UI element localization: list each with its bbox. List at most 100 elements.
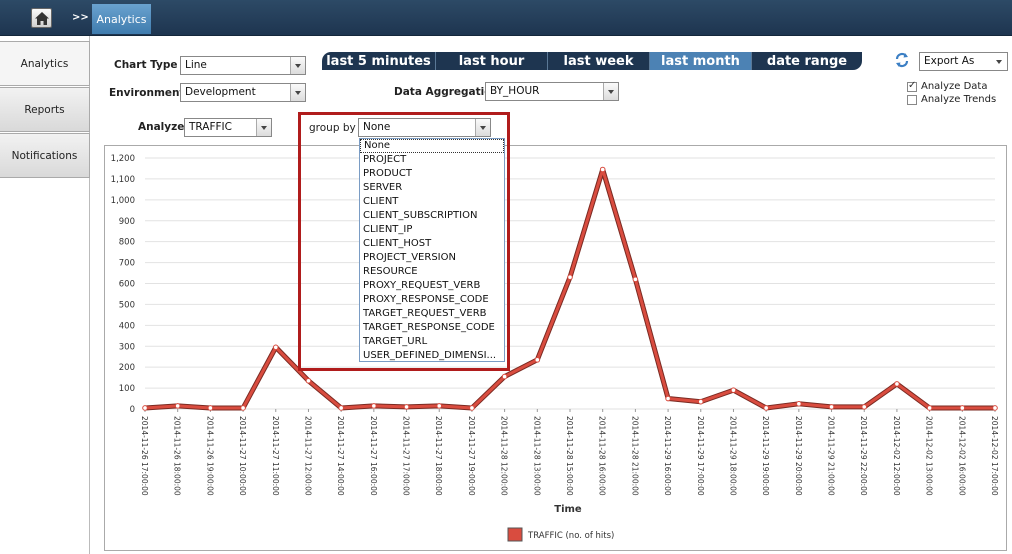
data-point[interactable] [240, 405, 246, 411]
group-by-option[interactable]: CLIENT [360, 195, 504, 209]
group-by-option[interactable]: PROXY_RESPONSE_CODE [360, 293, 504, 307]
x-tick-label: 2014-11-27 17:00:00 [402, 416, 411, 496]
x-tick-label: 2014-11-29 22:00:00 [859, 416, 868, 496]
chevron-down-icon [603, 83, 618, 100]
data-point[interactable] [665, 395, 671, 402]
chevron-down-icon [256, 119, 271, 136]
group-by-option[interactable]: CLIENT_HOST [360, 237, 504, 251]
left-nav: Analytics Reports Notifications [0, 36, 90, 554]
aggregation-select[interactable]: BY_HOUR [485, 82, 619, 101]
export-value: Export As [924, 55, 975, 67]
x-tick-label: 2014-11-29 20:00:00 [794, 416, 803, 496]
group-by-option[interactable]: PRODUCT [360, 167, 504, 181]
data-point[interactable] [632, 276, 639, 283]
data-point[interactable] [861, 404, 868, 410]
traffic-chart: 0 100 200 300 400 500 600 700 800 900 1,000 1,100 1,… [104, 145, 1007, 551]
data-point[interactable] [142, 405, 148, 411]
data-point[interactable] [697, 398, 704, 405]
group-by-dropdown-list: None PROJECT PRODUCT SERVER CLIENT CLIENT_SUB… [359, 138, 505, 362]
x-tick-label: 2014-11-29 19:00:00 [761, 416, 770, 496]
x-tick-label: 2014-11-29 18:00:00 [728, 416, 737, 496]
data-point[interactable] [174, 403, 181, 409]
x-tick-label: 2014-11-26 19:00:00 [205, 416, 214, 496]
environment-select[interactable]: Development [180, 83, 306, 102]
analyze-value: TRAFFIC [189, 121, 232, 133]
group-by-option[interactable]: RESOURCE [360, 265, 504, 279]
y-tick-label: 900 [119, 217, 135, 227]
home-icon [35, 12, 49, 25]
y-tick-label: 1,000 [111, 196, 135, 206]
data-point[interactable] [828, 404, 835, 410]
group-by-option[interactable]: CLIENT_SUBSCRIPTION [360, 209, 504, 223]
group-by-option[interactable]: SERVER [360, 181, 504, 195]
data-point[interactable] [272, 344, 279, 351]
group-by-option[interactable]: CLIENT_IP [360, 223, 504, 237]
data-point[interactable] [599, 166, 606, 173]
group-by-option[interactable]: USER_DEFINED_DIMENSI... [360, 349, 504, 361]
data-point[interactable] [534, 357, 541, 363]
y-tick-label: 200 [119, 363, 135, 373]
analyze-data-checkbox[interactable] [907, 80, 917, 92]
x-tick-label: 2014-11-28 12:00:00 [500, 416, 509, 496]
group-by-option[interactable]: PROJECT_VERSION [360, 251, 504, 265]
home-button[interactable] [31, 8, 52, 28]
group-by-option[interactable]: PROJECT [360, 153, 504, 167]
export-select[interactable]: Export As [919, 52, 1008, 71]
group-by-option[interactable]: TARGET_URL [360, 335, 504, 349]
data-point[interactable] [730, 387, 737, 393]
group-by-option[interactable]: TARGET_RESPONSE_CODE [360, 321, 504, 335]
data-point[interactable] [567, 274, 573, 281]
group-by-option[interactable]: PROXY_REQUEST_VERB [360, 279, 504, 293]
y-tick-label: 600 [119, 280, 135, 290]
top-bar: >> Analytics [0, 0, 1012, 36]
x-tick-label: 2014-11-27 14:00:00 [336, 416, 345, 496]
breadcrumb-analytics[interactable]: Analytics [92, 4, 151, 34]
environment-value: Development [185, 86, 256, 98]
x-tick-label: 2014-11-27 19:00:00 [467, 416, 476, 496]
x-tick-label: 2014-12-02 13:00:00 [925, 416, 934, 496]
chart-type-select[interactable]: Line [180, 56, 306, 75]
data-point[interactable] [894, 381, 900, 387]
tab-last-month[interactable]: last month [650, 52, 752, 70]
data-point[interactable] [959, 405, 966, 411]
group-by-option[interactable]: TARGET_REQUEST_VERB [360, 307, 504, 321]
series-line-outline [144, 167, 995, 411]
group-by-option[interactable]: None [360, 139, 504, 153]
chart-type-value: Line [185, 59, 207, 71]
analyze-trends-checkbox[interactable] [907, 95, 917, 105]
nav-item-analytics[interactable]: Analytics [0, 41, 90, 86]
chart-canvas: 0 100 200 300 400 500 600 700 800 900 1,000 1,100 1,… [111, 154, 999, 542]
y-tick-label: 1,100 [111, 175, 135, 185]
x-tick-label: 2014-11-26 18:00:00 [173, 416, 182, 496]
chevron-down-icon [290, 84, 305, 101]
x-tick-label: 2014-12-02 12:00:00 [892, 416, 901, 496]
chart-type-label: Chart Type : [114, 59, 186, 71]
y-tick-label: 700 [119, 259, 135, 269]
nav-item-reports[interactable]: Reports [0, 87, 90, 132]
data-point[interactable] [338, 405, 344, 411]
data-point[interactable] [403, 404, 410, 410]
data-point[interactable] [305, 377, 312, 384]
data-point[interactable] [501, 373, 508, 380]
tab-last-hour[interactable]: last hour [436, 52, 548, 70]
refresh-icon[interactable] [894, 52, 910, 68]
x-tick-label: 2014-12-02 17:00:00 [990, 416, 999, 496]
data-point[interactable] [926, 405, 933, 411]
data-point[interactable] [436, 403, 443, 409]
tab-last-5-minutes[interactable]: last 5 minutes [322, 52, 436, 70]
data-point[interactable] [992, 405, 998, 411]
data-point[interactable] [763, 405, 769, 411]
y-tick-label: 400 [119, 321, 135, 331]
x-axis-title: Time [554, 504, 582, 515]
x-tick-label: 2014-11-27 10:00:00 [238, 416, 247, 496]
tab-last-week[interactable]: last week [548, 52, 650, 70]
data-point[interactable] [796, 400, 802, 407]
data-point[interactable] [371, 403, 377, 409]
data-point[interactable] [469, 405, 475, 411]
tab-date-range[interactable]: date range [752, 52, 862, 70]
nav-item-notifications[interactable]: Notifications [0, 133, 90, 178]
data-point[interactable] [207, 405, 214, 411]
analyze-select[interactable]: TRAFFIC [184, 118, 272, 137]
x-tick-label: 2014-11-27 16:00:00 [369, 416, 378, 496]
x-tick-label: 2014-11-26 17:00:00 [140, 416, 149, 496]
